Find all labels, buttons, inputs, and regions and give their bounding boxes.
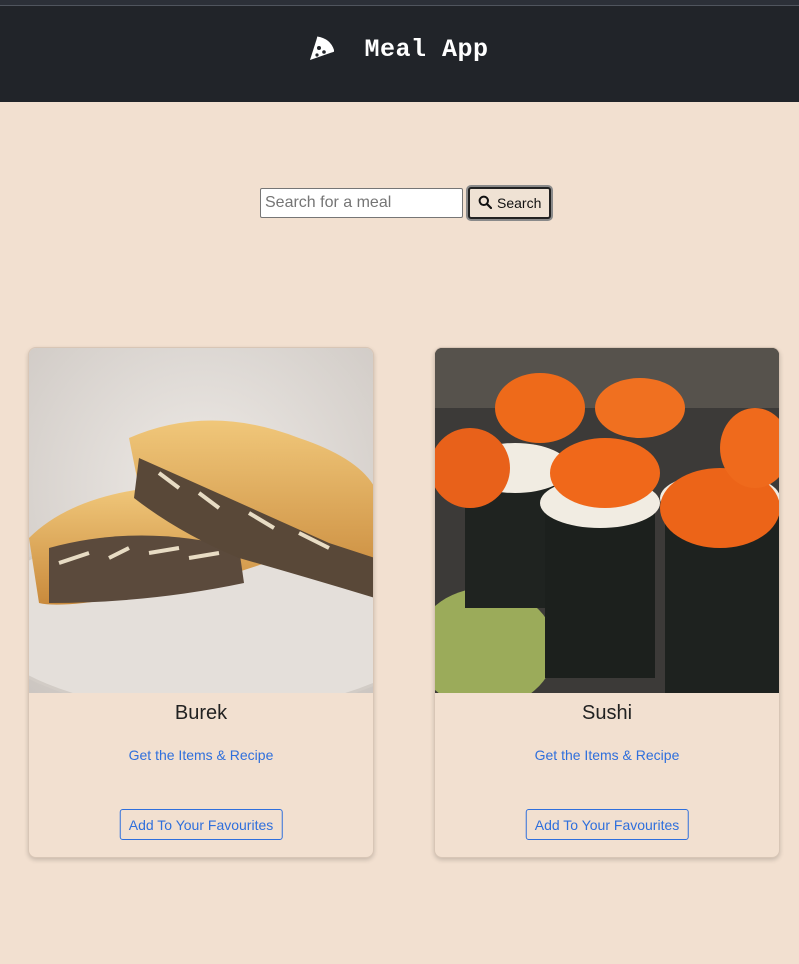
- brand[interactable]: Meal App: [306, 35, 488, 64]
- search-icon: [478, 195, 493, 212]
- recipe-link[interactable]: Get the Items & Recipe: [435, 747, 779, 763]
- meal-image-sushi[interactable]: [435, 348, 780, 693]
- add-favourite-button[interactable]: Add To Your Favourites: [525, 809, 689, 840]
- app-title: Meal App: [364, 34, 489, 64]
- navbar: Meal App: [0, 6, 799, 102]
- search-input[interactable]: [260, 188, 463, 218]
- pizza-slice-icon: [306, 35, 335, 63]
- search-button-label: Search: [497, 195, 542, 211]
- add-favourite-button[interactable]: Add To Your Favourites: [119, 809, 283, 840]
- search-bar: Search: [260, 187, 552, 219]
- meal-card-burek: Burek Get the Items & Recipe Add To Your…: [28, 347, 374, 858]
- meal-image-burek[interactable]: [29, 348, 374, 693]
- meal-card-sushi: Sushi Get the Items & Recipe Add To Your…: [434, 347, 780, 858]
- meal-name: Sushi: [581, 702, 633, 724]
- meal-name: Burek: [174, 702, 228, 724]
- recipe-link[interactable]: Get the Items & Recipe: [29, 747, 373, 763]
- search-button[interactable]: Search: [468, 187, 552, 219]
